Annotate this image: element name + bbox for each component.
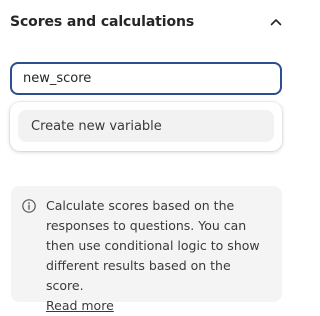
read-more-link[interactable]: Read more	[46, 298, 114, 313]
variable-name-input[interactable]	[12, 64, 280, 93]
chevron-up-icon	[270, 19, 282, 26]
info-icon	[22, 199, 36, 213]
create-new-variable-option[interactable]: Create new variable	[18, 110, 274, 142]
info-box: Calculate scores based on the responses …	[11, 186, 282, 313]
info-text: Calculate scores based on the responses …	[46, 196, 272, 313]
info-description: Calculate scores based on the responses …	[46, 198, 260, 293]
section-header[interactable]: Scores and calculations	[10, 8, 286, 36]
collapse-button[interactable]	[266, 12, 286, 32]
section-title: Scores and calculations	[10, 14, 195, 30]
variable-dropdown: Create new variable	[10, 102, 282, 151]
variable-input-wrapper[interactable]	[10, 62, 282, 95]
